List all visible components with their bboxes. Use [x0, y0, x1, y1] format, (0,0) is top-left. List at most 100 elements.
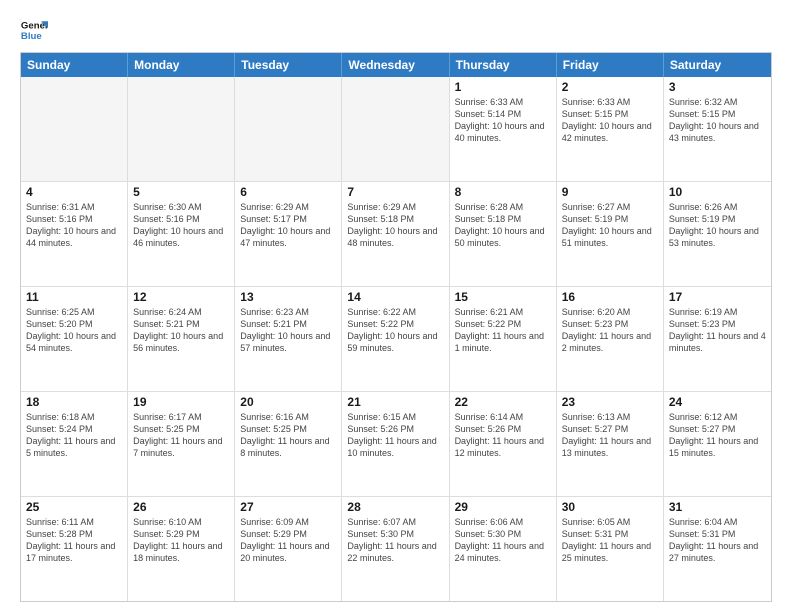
cell-info: Sunrise: 6:05 AM Sunset: 5:31 PM Dayligh… [562, 516, 658, 565]
calendar-cell-31: 31Sunrise: 6:04 AM Sunset: 5:31 PM Dayli… [664, 497, 771, 601]
cell-info: Sunrise: 6:26 AM Sunset: 5:19 PM Dayligh… [669, 201, 766, 250]
day-number: 28 [347, 500, 443, 514]
calendar-cell-25: 25 Sunrise: 6:11 AM Sunset: 5:28 PM Dayli… [21, 497, 128, 601]
cell-info: Sunrise: 6:04 AM Sunset: 5:31 PM Dayligh… [669, 516, 766, 565]
weekday-header-wednesday: Wednesday [342, 53, 449, 77]
calendar-cell-22: 22Sunrise: 6:14 AM Sunset: 5:26 PM Dayli… [450, 392, 557, 496]
cell-info: Sunrise: 6:27 AM Sunset: 5:19 PM Dayligh… [562, 201, 658, 250]
calendar-cell-4: 4 Sunrise: 6:31 AM Sunset: 5:16 PM Daylig… [21, 182, 128, 286]
logo: General Blue [20, 16, 50, 44]
cell-info: Sunrise: 6:10 AM Sunset: 5:29 PM Dayligh… [133, 516, 229, 565]
day-number: 4 [26, 185, 122, 199]
weekday-header-thursday: Thursday [450, 53, 557, 77]
day-number: 27 [240, 500, 336, 514]
day-number: 3 [669, 80, 766, 94]
calendar-cell-28: 28 Sunrise: 6:07 AM Sunset: 5:30 PM Dayli… [342, 497, 449, 601]
day-number: 8 [455, 185, 551, 199]
calendar-cell-29: 29 Sunrise: 6:06 AM Sunset: 5:30 PM Dayli… [450, 497, 557, 601]
cell-info: Sunrise: 6:06 AM Sunset: 5:30 PM Dayligh… [455, 516, 551, 565]
day-number: 10 [669, 185, 766, 199]
day-number: 26 [133, 500, 229, 514]
day-number: 23 [562, 395, 658, 409]
calendar-cell-10: 10 Sunrise: 6:26 AM Sunset: 5:19 PM Dayli… [664, 182, 771, 286]
calendar-body: 1 Sunrise: 6:33 AM Sunset: 5:14 PM Daylig… [21, 77, 771, 601]
cell-info: Sunrise: 6:22 AM Sunset: 5:22 PM Dayligh… [347, 306, 443, 355]
day-number: 14 [347, 290, 443, 304]
calendar-cell-7: 7 Sunrise: 6:29 AM Sunset: 5:18 PM Daylig… [342, 182, 449, 286]
calendar-cell-11: 11 Sunrise: 6:25 AM Sunset: 5:20 PM Dayli… [21, 287, 128, 391]
cell-info: Sunrise: 6:24 AM Sunset: 5:21 PM Dayligh… [133, 306, 229, 355]
calendar-row-4: 25 Sunrise: 6:11 AM Sunset: 5:28 PM Dayli… [21, 496, 771, 601]
calendar-row-2: 11 Sunrise: 6:25 AM Sunset: 5:20 PM Dayli… [21, 286, 771, 391]
day-number: 30 [562, 500, 658, 514]
day-number: 1 [455, 80, 551, 94]
calendar-cell-20: 20 Sunrise: 6:16 AM Sunset: 5:25 PM Dayli… [235, 392, 342, 496]
cell-info: Sunrise: 6:15 AM Sunset: 5:26 PM Dayligh… [347, 411, 443, 460]
calendar-cell-19: 19 Sunrise: 6:17 AM Sunset: 5:25 PM Dayli… [128, 392, 235, 496]
cell-info: Sunrise: 6:30 AM Sunset: 5:16 PM Dayligh… [133, 201, 229, 250]
day-number: 15 [455, 290, 551, 304]
day-number: 7 [347, 185, 443, 199]
cell-info: Sunrise: 6:33 AM Sunset: 5:14 PM Dayligh… [455, 96, 551, 145]
weekday-header-friday: Friday [557, 53, 664, 77]
cell-info: Sunrise: 6:09 AM Sunset: 5:29 PM Dayligh… [240, 516, 336, 565]
cell-info: Sunrise: 6:32 AM Sunset: 5:15 PM Dayligh… [669, 96, 766, 145]
cell-info: Sunrise: 6:23 AM Sunset: 5:21 PM Dayligh… [240, 306, 336, 355]
calendar-cell-15: 15Sunrise: 6:21 AM Sunset: 5:22 PM Dayli… [450, 287, 557, 391]
cell-info: Sunrise: 6:12 AM Sunset: 5:27 PM Dayligh… [669, 411, 766, 460]
calendar-cell-18: 18Sunrise: 6:18 AM Sunset: 5:24 PM Dayli… [21, 392, 128, 496]
cell-info: Sunrise: 6:13 AM Sunset: 5:27 PM Dayligh… [562, 411, 658, 460]
calendar-cell-21: 21Sunrise: 6:15 AM Sunset: 5:26 PM Dayli… [342, 392, 449, 496]
calendar-cell-14: 14 Sunrise: 6:22 AM Sunset: 5:22 PM Dayli… [342, 287, 449, 391]
calendar-cell-23: 23 Sunrise: 6:13 AM Sunset: 5:27 PM Dayli… [557, 392, 664, 496]
calendar-cell-empty-0-1 [128, 77, 235, 181]
day-number: 2 [562, 80, 658, 94]
calendar-cell-1: 1 Sunrise: 6:33 AM Sunset: 5:14 PM Daylig… [450, 77, 557, 181]
calendar-cell-9: 9Sunrise: 6:27 AM Sunset: 5:19 PM Daylig… [557, 182, 664, 286]
cell-info: Sunrise: 6:11 AM Sunset: 5:28 PM Dayligh… [26, 516, 122, 565]
calendar-cell-16: 16 Sunrise: 6:20 AM Sunset: 5:23 PM Dayli… [557, 287, 664, 391]
calendar-cell-empty-0-3 [342, 77, 449, 181]
calendar-row-0: 1 Sunrise: 6:33 AM Sunset: 5:14 PM Daylig… [21, 77, 771, 181]
calendar-cell-24: 24 Sunrise: 6:12 AM Sunset: 5:27 PM Dayli… [664, 392, 771, 496]
calendar-cell-13: 13 Sunrise: 6:23 AM Sunset: 5:21 PM Dayli… [235, 287, 342, 391]
cell-info: Sunrise: 6:31 AM Sunset: 5:16 PM Dayligh… [26, 201, 122, 250]
cell-info: Sunrise: 6:16 AM Sunset: 5:25 PM Dayligh… [240, 411, 336, 460]
cell-info: Sunrise: 6:17 AM Sunset: 5:25 PM Dayligh… [133, 411, 229, 460]
calendar-cell-empty-0-0 [21, 77, 128, 181]
calendar-header: SundayMondayTuesdayWednesdayThursdayFrid… [21, 53, 771, 77]
day-number: 19 [133, 395, 229, 409]
day-number: 25 [26, 500, 122, 514]
calendar-cell-12: 12Sunrise: 6:24 AM Sunset: 5:21 PM Dayli… [128, 287, 235, 391]
day-number: 20 [240, 395, 336, 409]
calendar-cell-30: 30 Sunrise: 6:05 AM Sunset: 5:31 PM Dayli… [557, 497, 664, 601]
cell-info: Sunrise: 6:25 AM Sunset: 5:20 PM Dayligh… [26, 306, 122, 355]
day-number: 6 [240, 185, 336, 199]
svg-text:Blue: Blue [21, 31, 42, 42]
day-number: 5 [133, 185, 229, 199]
weekday-header-sunday: Sunday [21, 53, 128, 77]
weekday-header-tuesday: Tuesday [235, 53, 342, 77]
cell-info: Sunrise: 6:29 AM Sunset: 5:17 PM Dayligh… [240, 201, 336, 250]
calendar-cell-2: 2 Sunrise: 6:33 AM Sunset: 5:15 PM Daylig… [557, 77, 664, 181]
day-number: 13 [240, 290, 336, 304]
calendar-cell-27: 27 Sunrise: 6:09 AM Sunset: 5:29 PM Dayli… [235, 497, 342, 601]
day-number: 24 [669, 395, 766, 409]
cell-info: Sunrise: 6:07 AM Sunset: 5:30 PM Dayligh… [347, 516, 443, 565]
cell-info: Sunrise: 6:19 AM Sunset: 5:23 PM Dayligh… [669, 306, 766, 355]
calendar-row-1: 4 Sunrise: 6:31 AM Sunset: 5:16 PM Daylig… [21, 181, 771, 286]
day-number: 29 [455, 500, 551, 514]
cell-info: Sunrise: 6:20 AM Sunset: 5:23 PM Dayligh… [562, 306, 658, 355]
day-number: 16 [562, 290, 658, 304]
cell-info: Sunrise: 6:29 AM Sunset: 5:18 PM Dayligh… [347, 201, 443, 250]
day-number: 18 [26, 395, 122, 409]
page: General Blue SundayMondayTuesdayWednesda… [0, 0, 792, 612]
day-number: 11 [26, 290, 122, 304]
calendar-cell-5: 5 Sunrise: 6:30 AM Sunset: 5:16 PM Daylig… [128, 182, 235, 286]
day-number: 22 [455, 395, 551, 409]
cell-info: Sunrise: 6:33 AM Sunset: 5:15 PM Dayligh… [562, 96, 658, 145]
calendar-cell-3: 3 Sunrise: 6:32 AM Sunset: 5:15 PM Daylig… [664, 77, 771, 181]
weekday-header-saturday: Saturday [664, 53, 771, 77]
calendar-cell-empty-0-2 [235, 77, 342, 181]
logo-icon: General Blue [20, 16, 48, 44]
